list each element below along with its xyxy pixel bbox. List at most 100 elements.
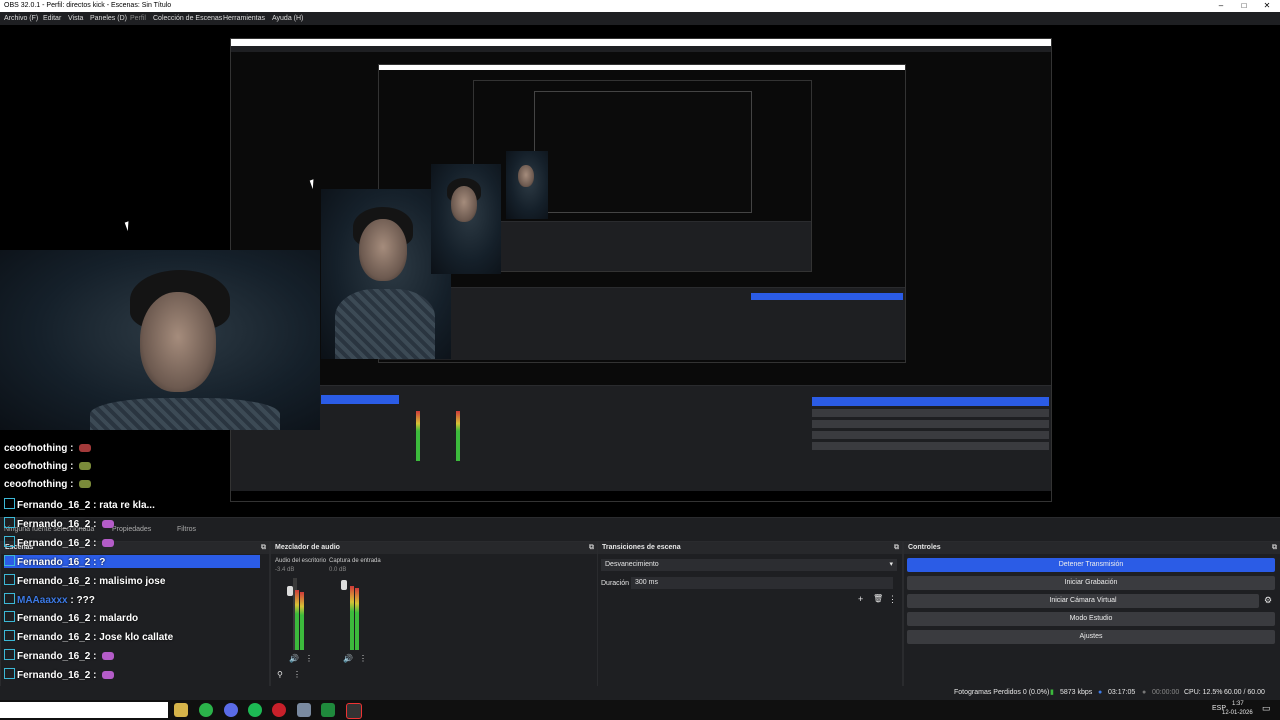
more-icon[interactable]: ⋮ (293, 670, 301, 679)
snipping-tool-icon[interactable] (297, 703, 311, 717)
title-bar: OBS 32.0.1 - Perfil: directos kick - Esc… (0, 0, 1280, 12)
notifications-icon[interactable]: ▭ (1262, 703, 1271, 714)
meter-desktop-l (295, 590, 299, 650)
clock-date[interactable]: 12-01-2026 (1222, 710, 1253, 716)
preview-canvas[interactable] (0, 25, 1280, 517)
chat-message: Fernando_16_2 : (4, 668, 115, 681)
start-recording-button[interactable]: Iniciar Grabación (907, 576, 1275, 590)
transition-select-value: Desvanecimiento (605, 561, 659, 568)
emote-icon (102, 539, 115, 547)
menu-ayuda[interactable]: Ayuda (H) (272, 12, 303, 25)
close-button[interactable]: ✕ (1256, 0, 1278, 12)
stop-streaming-button[interactable]: Detener Transmisión (907, 558, 1275, 572)
more-icon[interactable]: ⋮ (359, 654, 367, 663)
trash-icon[interactable]: 🗑 (873, 594, 883, 603)
record-icon: ● (1142, 689, 1147, 696)
menu-coleccion[interactable]: Colección de Escenas (153, 12, 222, 25)
badge-icon (4, 649, 15, 660)
stream-icon: ● (1098, 689, 1103, 696)
menu-archivo[interactable]: Archivo (F) (4, 12, 38, 25)
chat-separator: : (67, 479, 77, 490)
clock-time[interactable]: 1:37 (1232, 701, 1244, 707)
emote-icon (79, 480, 92, 488)
start-virtual-camera-button[interactable]: Iniciar Cámara Virtual (907, 594, 1259, 608)
volume-slider-desktop[interactable] (287, 586, 293, 596)
emote-icon (79, 462, 92, 470)
meter-desktop-r (300, 592, 304, 650)
whatsapp-icon[interactable] (199, 703, 213, 717)
nested-ctrl-row-2 (812, 420, 1049, 428)
spotify-icon[interactable] (248, 703, 262, 717)
filters-button[interactable]: Filtros (177, 526, 196, 533)
status-bar: Fotogramas Perdidos 0 (0.0%) ▮ 5873 kbps… (0, 686, 1280, 710)
obs-icon[interactable] (346, 703, 362, 719)
transitions-title: Transiciones de escena (602, 544, 681, 551)
dock-menu-icon[interactable]: ⧉ (261, 542, 266, 554)
cpu-usage: CPU: 12.5% (1184, 689, 1223, 696)
controls-title: Controles (908, 544, 941, 551)
menu-paneles[interactable]: Paneles (D) (90, 12, 127, 25)
discord-icon[interactable] (224, 703, 238, 717)
dock-menu-icon[interactable]: ⧉ (589, 542, 594, 554)
emote-icon (102, 671, 115, 679)
chat-separator: : (90, 613, 100, 624)
opera-icon[interactable] (272, 703, 286, 717)
chat-username: Fernando_16_2 (17, 557, 91, 568)
studio-mode-button[interactable]: Modo Estudio (907, 612, 1275, 626)
mouse-cursor (124, 219, 136, 232)
transition-select[interactable]: Desvanecimiento ▾ (601, 559, 897, 571)
taskbar: ESP 1:37 12-01-2026 ▭ (0, 700, 1280, 720)
menu-vista[interactable]: Vista (68, 12, 83, 25)
chat-message: ceoofnothing : (4, 443, 92, 454)
menu-editar[interactable]: Editar (43, 12, 61, 25)
channel-name-desktop: Audio del escritorio (275, 558, 327, 564)
menu-herramientas[interactable]: Herramientas (223, 12, 265, 25)
badge-icon (4, 630, 15, 641)
menu-perfil[interactable]: Perfil (130, 12, 146, 25)
file-explorer-icon[interactable] (174, 703, 188, 717)
nested-ctrl-row-4 (812, 442, 1049, 450)
chat-username: Fernando_16_2 (17, 670, 91, 681)
speaker-icon[interactable]: 🔊 (343, 654, 353, 663)
badge-icon (4, 536, 15, 547)
chat-username: Fernando_16_2 (17, 632, 91, 643)
properties-button[interactable]: Propiedades (112, 526, 151, 533)
nested-stop-button-2 (751, 293, 903, 300)
dock-menu-icon[interactable]: ⧉ (894, 542, 899, 554)
emote-icon (79, 444, 92, 452)
chat-message: MAAaaxxx : ??? (4, 593, 95, 606)
duration-label: Duración (601, 580, 630, 587)
link-icon[interactable]: ⚲ (277, 670, 283, 679)
chat-message: ceoofnothing : (4, 461, 92, 472)
webcam-main (0, 250, 320, 430)
dock-menu-icon[interactable]: ⧉ (1272, 542, 1277, 554)
more-icon[interactable]: ⋮ (305, 654, 313, 663)
nested-titlebar (231, 39, 1051, 46)
taskbar-search[interactable] (0, 702, 168, 718)
chat-message: Fernando_16_2 : (4, 517, 115, 530)
add-icon[interactable]: + (858, 594, 863, 604)
gear-icon[interactable]: ⚙ (1264, 595, 1272, 606)
badge-icon (4, 593, 15, 604)
chat-separator: : (90, 632, 100, 643)
chat-separator: : (90, 519, 100, 530)
bitrate: 5873 kbps (1060, 689, 1093, 696)
duration-spinbox[interactable]: 300 ms (631, 577, 893, 589)
chat-message: ceoofnothing : (4, 479, 92, 490)
chat-text: ? (99, 557, 106, 568)
chat-username: Fernando_16_2 (17, 519, 91, 530)
chat-separator: : (90, 500, 100, 511)
volume-slider-input[interactable] (341, 580, 347, 590)
maximize-button[interactable]: □ (1233, 0, 1255, 12)
dropped-frames: Fotogramas Perdidos 0 (0.0%) (954, 689, 1050, 696)
settings-button[interactable]: Ajustes (907, 630, 1275, 644)
chat-separator: : (90, 538, 100, 549)
minimize-button[interactable]: – (1210, 0, 1232, 12)
chat-separator: : (67, 443, 77, 454)
badge-icon (4, 555, 15, 566)
chat-message: Fernando_16_2 : (4, 649, 115, 662)
transitions-dock: Transiciones de escena ⧉ Desvanecimiento… (597, 541, 903, 687)
speaker-icon[interactable]: 🔊 (289, 654, 299, 663)
more-icon[interactable]: ⋮ (888, 594, 897, 605)
excel-icon[interactable] (321, 703, 335, 717)
